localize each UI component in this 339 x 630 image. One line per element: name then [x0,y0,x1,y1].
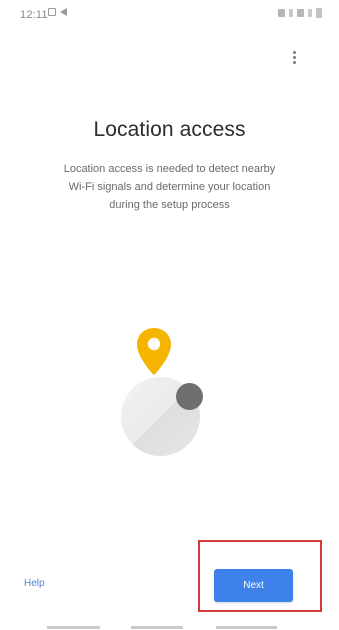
status-bar: 12:11 [0,0,339,30]
location-pin-icon [137,328,171,375]
description-line: Location access is needed to detect near… [63,163,276,175]
description-line: Wi-Fi signals and determine your locatio… [68,181,271,193]
alarm-icon [278,9,285,17]
nav-segment [131,626,183,629]
bluetooth-icon [289,9,293,17]
help-link[interactable]: Help [24,578,45,589]
location-access-screen: 12:11 Location access Location access is… [0,0,339,630]
more-dot [293,51,296,54]
device-dot [176,383,203,410]
more-dot [293,56,296,59]
nav-segment [47,626,100,629]
notification-icon [48,8,56,16]
description-line: during the setup process [109,199,230,211]
signal-icon [308,9,312,17]
wifi-icon [297,9,304,17]
more-vert-icon[interactable] [288,48,300,68]
more-dot [293,61,296,64]
location-illustration [108,326,212,458]
battery-icon [316,8,322,18]
navigation-icon [60,8,67,16]
next-button-highlight [198,540,322,612]
status-time: 12:11 [20,9,48,21]
status-right-icons [278,8,322,18]
page-description: Location access is needed to detect near… [20,160,319,214]
nav-segment [216,626,277,629]
page-title: Location access [93,118,246,141]
navigation-bar [0,620,339,630]
status-left-icons [48,8,67,16]
